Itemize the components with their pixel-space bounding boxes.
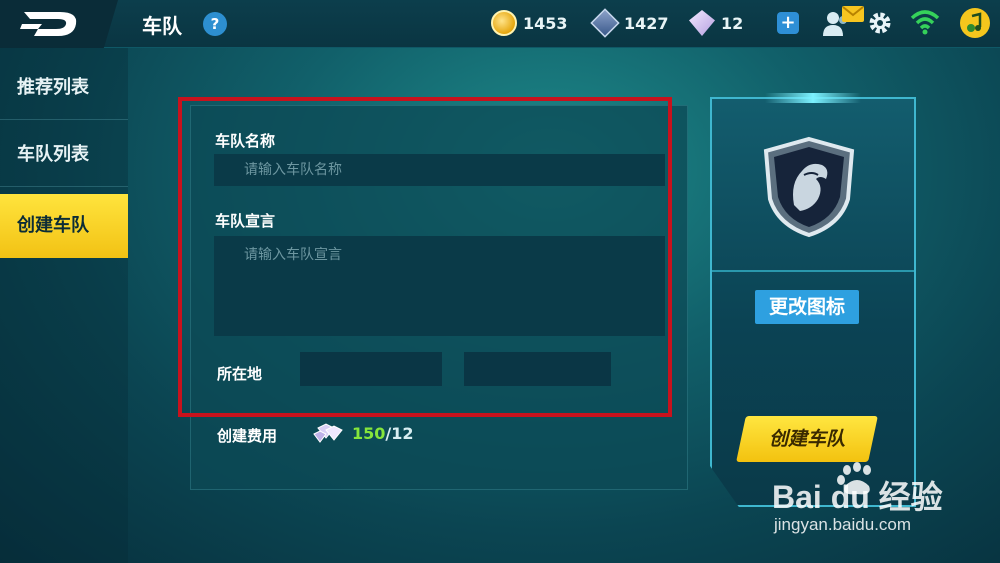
create-team-button-label: 创建车队 [768,428,845,450]
mail-icon[interactable] [842,6,864,22]
sidebar-item-create-team[interactable]: 创建车队 [0,194,128,258]
cost-required: 12 [391,424,414,443]
diamond-icon [689,10,715,36]
add-currency-button[interactable]: + [777,12,799,34]
cost-have: 150 [352,424,386,443]
sidebar-item-recommended[interactable]: 推荐列表 [0,56,128,120]
wifi-icon [910,10,940,35]
sidebar-item-team-list[interactable]: 车队列表 [0,123,128,187]
panel-glow [765,93,861,103]
help-icon[interactable]: ? [203,12,227,36]
gear-icon[interactable] [868,11,892,35]
cost-value: 150/12 [352,424,414,443]
ticket-value: 1427 [624,13,669,33]
music-icon[interactable] [960,8,990,38]
ticket-resource[interactable]: 1427 [590,8,669,38]
panel-divider [712,270,914,272]
cost-label: 创建费用 [217,427,278,445]
back-logo-button[interactable] [0,0,118,48]
diamond-resource[interactable]: 12 [689,10,743,36]
create-team-button[interactable]: 创建车队 [736,416,878,462]
watermark-url: jingyan.baidu.com [774,515,912,534]
game-logo-icon [20,12,77,36]
team-emblem-shield-icon [763,136,855,238]
gold-coin-icon [491,10,517,36]
change-icon-button[interactable]: 更改图标 [755,290,859,324]
ticket-icon [590,8,620,38]
watermark-brand: Bai du 经验 [772,479,943,515]
page-title: 车队 [142,14,182,38]
diamond-value: 12 [721,13,744,33]
gold-resource[interactable]: 1453 [491,10,568,36]
highlight-annotation-box [178,97,672,417]
diamond-cost-icon [313,423,343,443]
gold-value: 1453 [523,13,568,33]
